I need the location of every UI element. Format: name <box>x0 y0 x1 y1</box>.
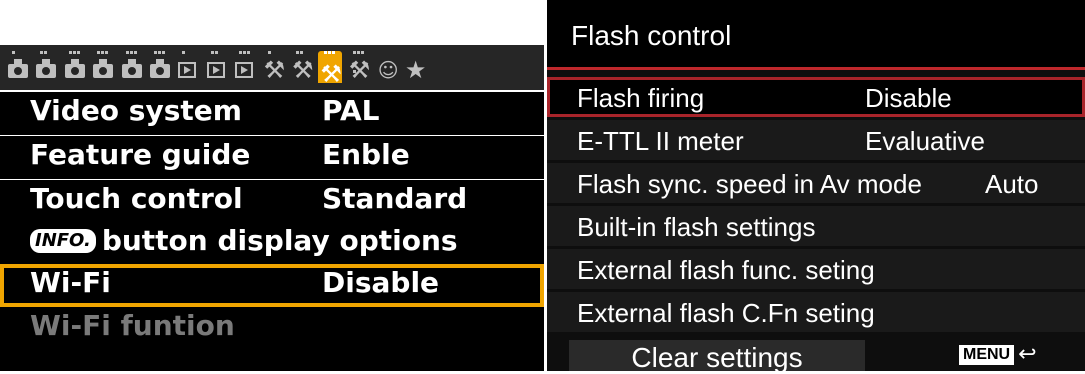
menu-row-label: Built-in flash settings <box>577 212 816 242</box>
wrench-icon: ⚒ <box>348 56 371 84</box>
menu-tab-camera-4[interactable] <box>91 51 115 83</box>
menu-row-touch-control[interactable]: Touch control Standard <box>0 180 544 223</box>
menu-row-label: Video system <box>30 94 242 127</box>
menu-row-wifi[interactable]: Wi-Fi Disable <box>0 264 544 307</box>
menu-tab-playback-9[interactable] <box>233 51 257 83</box>
playback-icon <box>178 62 197 78</box>
menu-row-label: INFO. button display options <box>30 224 458 257</box>
menu-row-builtin-flash-settings[interactable]: Built-in flash settings <box>547 206 1085 246</box>
menu-row-label: Flash sync. speed in Av mode <box>577 169 922 199</box>
menu-row-label: Wi-Fi funtion <box>30 309 235 342</box>
menu-tab-camera-1[interactable] <box>6 51 30 83</box>
menu-row-flash-sync-speed[interactable]: Flash sync. speed in Av mode Auto <box>547 163 1085 203</box>
menu-tab-custom-functions-14[interactable]: ☺ <box>375 51 399 83</box>
menu-tab-bar: ⚒ ⚒ ⚒ ⚒ ☺ ★ <box>0 0 544 90</box>
menu-row-value: Enble <box>322 138 410 171</box>
menu-tab-camera-3[interactable] <box>63 51 87 83</box>
menu-row-flash-firing[interactable]: Flash firing Disable <box>547 77 1085 117</box>
menu-tab-camera-2[interactable] <box>34 51 58 83</box>
menu-tab-camera-6[interactable] <box>148 51 172 83</box>
setup-menu-screen: ⚒ ⚒ ⚒ ⚒ ☺ ★ Video system PAL Feature guide En… <box>0 0 544 371</box>
menu-row-external-flash-cfn[interactable]: External flash C.Fn seting <box>547 292 1085 332</box>
menu-row-label: Touch control <box>30 182 243 215</box>
menu-tabs: ⚒ ⚒ ⚒ ⚒ ☺ ★ <box>0 45 544 90</box>
flash-control-screen: Flash control Flash firing Disable E-TTL… <box>547 0 1085 373</box>
menu-tab-wrench-11[interactable]: ⚒ <box>290 51 314 83</box>
menu-row-info-button-display[interactable]: INFO. button display options <box>0 222 544 265</box>
menu-row-label: Flash firing <box>577 83 705 113</box>
menu-back-button[interactable]: MENU ↩ <box>959 343 1037 369</box>
menu-row-value: Disable <box>322 266 440 299</box>
menu-empty-row <box>0 350 544 371</box>
menu-tab-wrench-13[interactable]: ⚒ <box>347 51 371 83</box>
wrench-icon: ⚒ <box>263 56 286 84</box>
menu-button-icon: MENU <box>959 345 1015 365</box>
menu-row-value: PAL <box>322 94 380 127</box>
menu-row-feature-guide[interactable]: Feature guide Enble <box>0 136 544 179</box>
menu-row-value: Evaluative <box>865 126 985 156</box>
return-icon: ↩ <box>1018 342 1037 367</box>
custom-functions-icon: ☺ <box>377 58 399 82</box>
clear-settings-label: Clear settings <box>631 342 803 373</box>
playback-icon <box>206 62 225 78</box>
menu-tab-playback-7[interactable] <box>176 51 200 83</box>
menu-tab-star-15[interactable]: ★ <box>404 51 428 83</box>
header-divider <box>547 67 1085 70</box>
screen-header: Flash control <box>547 0 1085 70</box>
menu-tab-wrench-12[interactable]: ⚒ <box>318 51 343 87</box>
menu-tab-playback-8[interactable] <box>205 51 229 83</box>
menu-row-ettl-meter[interactable]: E-TTL II meter Evaluative <box>547 120 1085 160</box>
playback-icon <box>235 62 254 78</box>
clear-settings-button[interactable]: Clear settings <box>569 340 865 373</box>
menu-row-label: Feature guide <box>30 138 251 171</box>
menu-row-value: Auto <box>985 169 1039 199</box>
star-icon: ★ <box>404 56 427 84</box>
wrench-icon: ⚒ <box>292 56 314 84</box>
menu-row-video-system[interactable]: Video system PAL <box>0 92 544 135</box>
menu-row-label: External flash C.Fn seting <box>577 298 875 328</box>
menu-row-value: Standard <box>322 182 468 215</box>
menu-row-wifi-function: Wi-Fi funtion <box>0 307 544 350</box>
info-button-icon: INFO. <box>30 229 96 253</box>
menu-row-external-flash-func[interactable]: External flash func. seting <box>547 249 1085 289</box>
page-title: Flash control <box>571 20 732 51</box>
menu-row-label: Wi-Fi <box>30 266 111 299</box>
menu-row-label: E-TTL II meter <box>577 126 744 156</box>
menu-tab-wrench-10[interactable]: ⚒ <box>262 51 286 83</box>
menu-tab-camera-5[interactable] <box>120 51 144 83</box>
menu-row-label-text: button display options <box>101 224 458 257</box>
menu-row-value: Disable <box>865 83 952 113</box>
wrench-icon: ⚒ <box>320 60 342 88</box>
menu-row-label: External flash func. seting <box>577 255 875 285</box>
